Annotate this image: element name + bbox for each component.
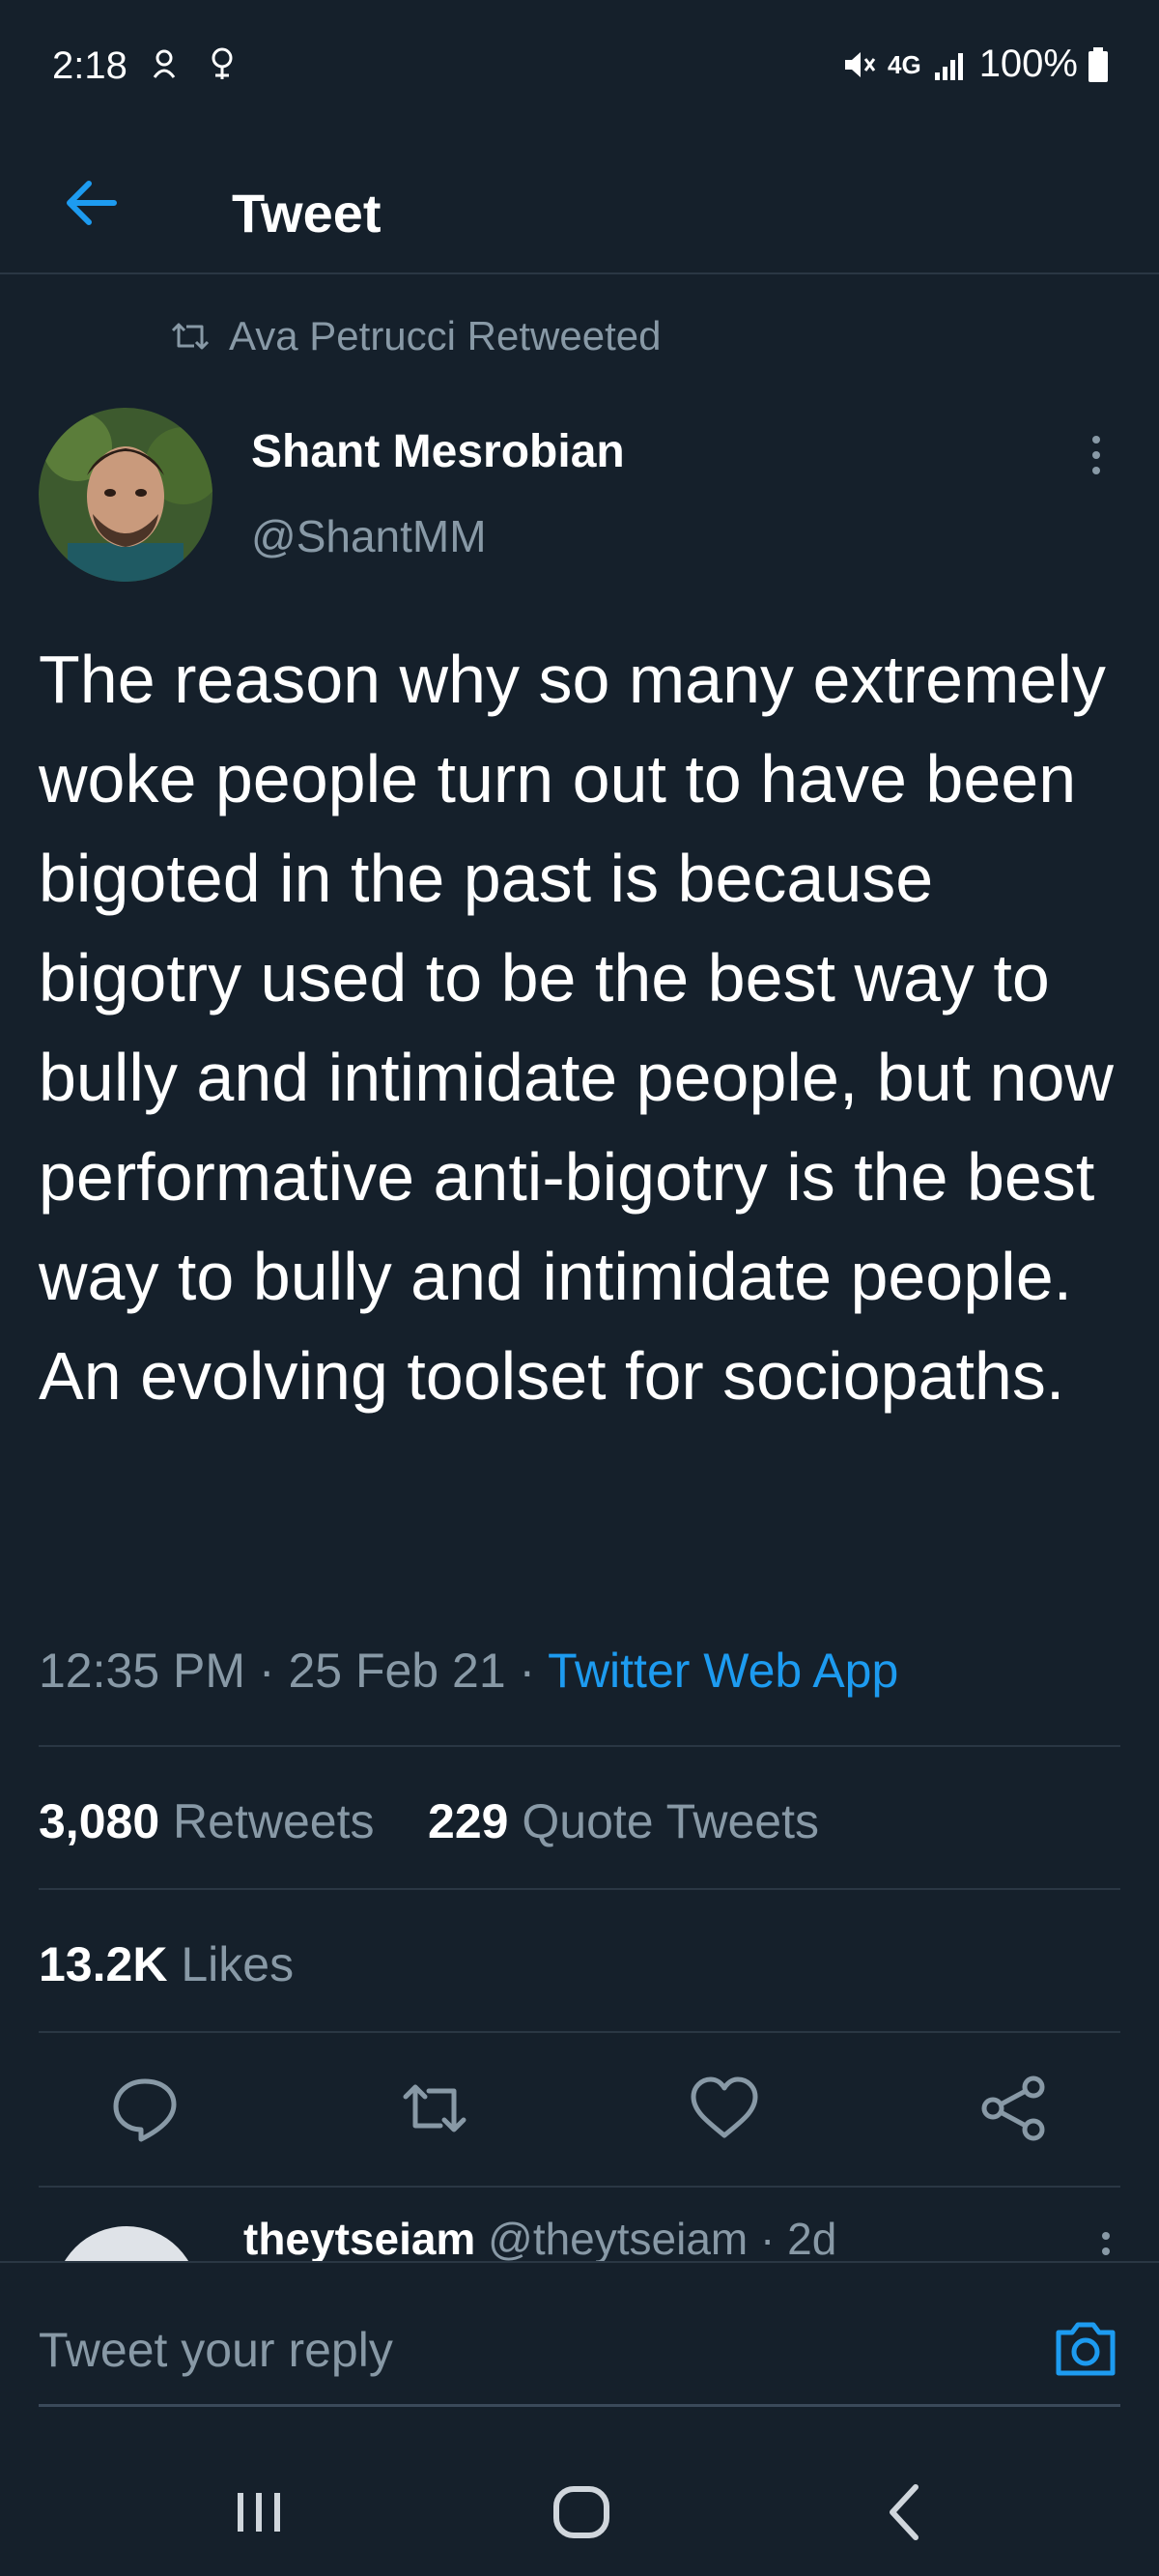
signal-icon xyxy=(934,52,963,80)
divider xyxy=(39,2031,1120,2033)
like-icon[interactable] xyxy=(686,2070,763,2147)
retweet-stats: 3,080 Retweets 229 Quote Tweets xyxy=(39,1793,819,1849)
divider xyxy=(39,1745,1120,1747)
status-time: 2:18 xyxy=(52,44,127,87)
retweet-context-label[interactable]: Ava Petrucci Retweeted xyxy=(229,313,661,359)
network-type: 4G xyxy=(888,49,921,79)
home-icon[interactable] xyxy=(543,2474,620,2551)
location-icon xyxy=(212,47,233,79)
back-arrow-icon[interactable] xyxy=(54,164,131,242)
page-title: Tweet xyxy=(232,183,382,243)
recent-apps-icon[interactable] xyxy=(220,2474,297,2551)
tweet-time: 12:35 PM xyxy=(39,1644,246,1698)
meta-separator: · xyxy=(505,1644,549,1698)
retweet-action-icon[interactable] xyxy=(396,2070,473,2147)
battery-percent: 100% xyxy=(978,43,1078,85)
retweets-link[interactable]: 3,080 Retweets xyxy=(39,1794,374,1848)
share-icon[interactable] xyxy=(975,2070,1053,2147)
reply-preview[interactable]: theytseiam @theytseiam · 2d xyxy=(0,2186,1159,2263)
composer-underline xyxy=(39,2404,1120,2407)
author-name[interactable]: Shant Mesrobian xyxy=(251,425,625,478)
camera-icon[interactable] xyxy=(1051,2313,1120,2383)
reply-author[interactable]: theytseiam @theytseiam · 2d xyxy=(243,2213,836,2263)
status-right: 4G 100% xyxy=(839,43,1109,86)
tweet-text: The reason why so many extremely woke pe… xyxy=(39,642,1114,1414)
more-options-icon[interactable] xyxy=(1072,431,1120,479)
reply-composer xyxy=(0,2261,1159,2445)
reply-avatar[interactable] xyxy=(54,2226,199,2263)
battery-icon xyxy=(1088,46,1108,82)
reply-author-handle: @theytseiam · 2d xyxy=(488,2214,837,2263)
retweets-count: 3,080 xyxy=(39,1794,160,1848)
retweet-context: Ava Petrucci Retweeted xyxy=(169,313,661,359)
retweet-icon xyxy=(171,323,210,350)
reply-author-name: theytseiam xyxy=(243,2214,476,2263)
meta-separator: · xyxy=(245,1644,289,1698)
tweet-meta: 12:35 PM · 25 Feb 21 · Twitter Web App xyxy=(39,1643,898,1699)
mute-icon xyxy=(845,51,876,77)
divider xyxy=(39,1888,1120,1890)
likes-label: Likes xyxy=(181,1937,295,1991)
reply-input[interactable] xyxy=(39,2311,1004,2389)
top-bar: Tweet xyxy=(0,135,1159,274)
system-nav-bar xyxy=(0,2445,1159,2576)
back-nav-icon[interactable] xyxy=(867,2474,945,2551)
tweet-date: 25 Feb 21 xyxy=(288,1644,506,1698)
reply-icon[interactable] xyxy=(106,2070,184,2147)
notification-icon xyxy=(153,49,176,78)
author-handle[interactable]: @ShantMM xyxy=(251,510,487,562)
likes-count: 13.2K xyxy=(39,1937,168,1991)
quote-tweets-link[interactable]: 229 Quote Tweets xyxy=(428,1794,819,1848)
tweet-source-link[interactable]: Twitter Web App xyxy=(548,1644,898,1698)
quotes-count: 229 xyxy=(428,1794,509,1848)
reply-more-icon[interactable] xyxy=(1091,2228,1120,2263)
author-avatar[interactable] xyxy=(39,408,212,582)
quotes-label: Quote Tweets xyxy=(522,1794,819,1848)
likes-link[interactable]: 13.2K Likes xyxy=(39,1936,294,1992)
status-bar: 2:18 4G 100% xyxy=(0,0,1159,135)
retweets-label: Retweets xyxy=(173,1794,375,1848)
